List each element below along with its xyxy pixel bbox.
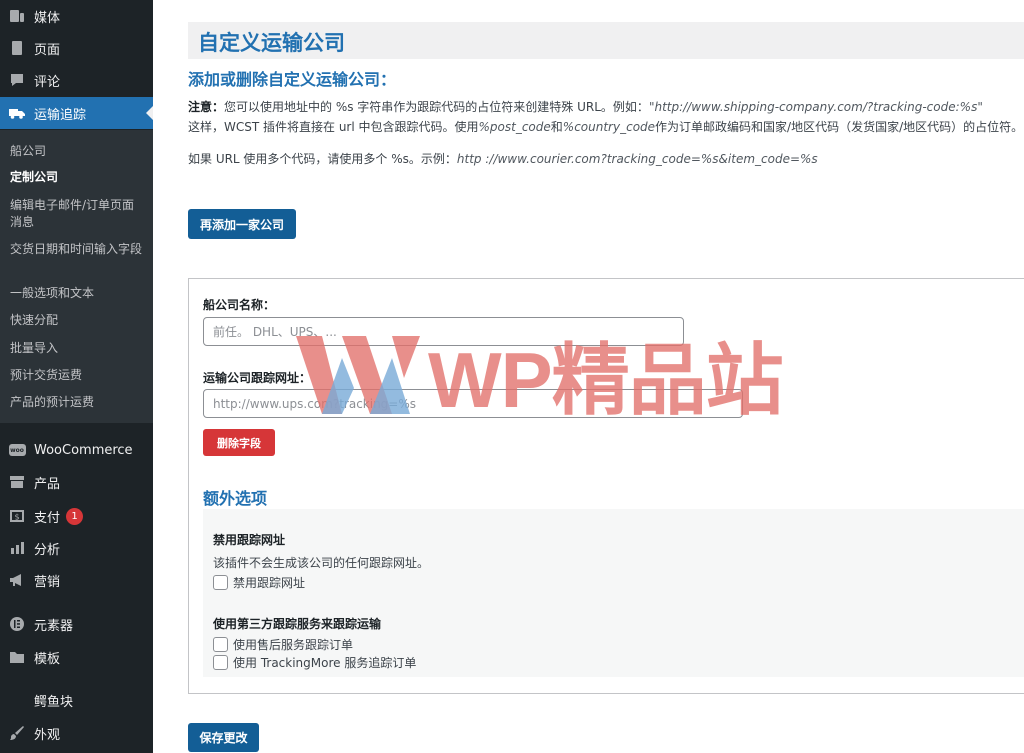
placeholder-country-code: %country_code [562,120,656,134]
menu-label: 运输追踪 [34,107,87,123]
menu-item-shipping-tracking[interactable]: 运输追踪 [0,97,153,129]
menu-item-pages[interactable]: 页面 [0,32,153,64]
checkbox-label: 禁用跟踪网址 [233,576,306,590]
menu-item-media[interactable]: 媒体 [0,0,153,32]
crescent-icon [8,691,26,709]
svg-text:$: $ [14,513,19,522]
note-text: 和 [550,120,563,134]
page-title-bar: 自定义运输公司 [188,22,1024,59]
note-example-url: "http://www.shipping-company.com/?tracki… [648,100,983,114]
menu-label: 产品 [34,476,61,492]
page-title: 自定义运输公司 [198,31,345,55]
aftership-option[interactable]: 使用售后服务跟踪订单 [213,636,353,653]
aftership-checkbox[interactable] [213,637,228,652]
menu-label: 营销 [34,574,61,590]
megaphone-icon [8,571,26,589]
extra-options-title: 额外选项 [203,489,268,508]
note-line-3: 如果 URL 使用多个代码，请使用多个 %s。示例：http ://www.co… [188,150,818,167]
menu-label: 媒体 [34,10,61,26]
note-text: 您可以使用地址中的 %s 字符串作为跟踪代码的占位符来创建特殊 URL。例如： [224,100,649,114]
submenu-quick-assign[interactable]: 快速分配 [10,312,146,329]
disable-tracking-checkbox[interactable] [213,575,228,590]
comments-icon [8,71,26,89]
folder-icon [8,648,26,666]
elementor-icon [8,615,26,633]
submenu-edit-email-messages[interactable]: 编辑电子邮件/订单页面消息 [10,197,146,231]
admin-sidebar: 媒体 页面 评论 运输追踪 船公司 定制公司 编辑电子邮件/订单页面消息 交货日… [0,0,153,753]
menu-item-payments[interactable]: $ 支付 1 [0,500,153,532]
disable-tracking-description: 该插件不会生成该公司的任何跟踪网址。 [213,556,430,570]
note-label: 注意： [188,100,225,114]
media-icon [8,7,26,25]
note-example-url: http ://www.courier.com?tracking_code=%s… [456,152,818,166]
pages-icon [8,39,26,57]
section-title: 添加或删除自定义运输公司： [188,70,397,89]
menu-label: WooCommerce [34,442,133,458]
dollar-icon: $ [8,507,26,525]
submenu-shipping-companies[interactable]: 船公司 [10,143,146,160]
menu-label: 分析 [34,542,61,558]
add-company-button[interactable]: 再添加一家公司 [188,209,296,239]
checkbox-label: 使用售后服务跟踪订单 [233,638,354,652]
menu-item-analytics[interactable]: 分析 [0,532,153,564]
note-line-2: 这样，WCST 插件将直接在 url 中包含跟踪代码。使用%post_code和… [188,118,1023,135]
note-text: 这样，WCST 插件将直接在 url 中包含跟踪代码。使用 [188,120,479,134]
menu-item-products[interactable]: 产品 [0,466,153,498]
note-text: 如果 URL 使用多个代码，请使用多个 %s。示例： [188,152,457,166]
menu-label: 元素器 [34,618,74,634]
menu-item-elementor[interactable]: 元素器 [0,608,153,640]
third-party-heading: 使用第三方跟踪服务来跟踪运输 [213,617,382,631]
submenu-custom-companies[interactable]: 定制公司 [10,169,146,186]
company-name-label: 船公司名称： [203,298,276,312]
tracking-url-label: 运输公司跟踪网址： [203,371,312,385]
active-indicator-arrow [146,106,153,120]
placeholder-post-code: %post_code [478,120,551,134]
trackingmore-checkbox[interactable] [213,655,228,670]
disable-tracking-option[interactable]: 禁用跟踪网址 [213,574,305,591]
truck-icon [8,104,26,122]
menu-item-marketing[interactable]: 营销 [0,564,153,596]
company-card: 船公司名称： 前任。 DHL、UPS、... 运输公司跟踪网址： http://… [188,278,1024,694]
notification-badge: 1 [66,507,84,525]
menu-item-woocommerce[interactable]: woo WooCommerce [0,434,153,466]
save-changes-button[interactable]: 保存更改 [188,723,259,752]
checkbox-label: 使用 TrackingMore 服务追踪订单 [233,656,417,670]
menu-label: 鳄鱼块 [34,694,74,710]
note-line-1: 注意：您可以使用地址中的 %s 字符串作为跟踪代码的占位符来创建特殊 URL。例… [188,98,983,115]
menu-item-templates[interactable]: 模板 [0,641,153,673]
disable-tracking-heading: 禁用跟踪网址 [213,533,286,547]
woocommerce-icon: woo [8,441,26,459]
menu-item-crocoblock[interactable]: 鳄鱼块 [0,684,153,716]
archive-icon [8,473,26,491]
paintbrush-icon [8,724,26,742]
menu-label: 模板 [34,651,61,667]
tracking-url-input[interactable]: http://www.ups.com?tracking=%s [203,389,743,418]
menu-label: 支付 [34,510,61,526]
extra-options-box: 禁用跟踪网址 该插件不会生成该公司的任何跟踪网址。 禁用跟踪网址 使用第三方跟踪… [203,509,1024,677]
submenu-general-options[interactable]: 一般选项和文本 [10,285,146,302]
submenu-estimated-shipping[interactable]: 预计交货运费 [10,367,146,384]
menu-label: 外观 [34,727,61,743]
submenu-bulk-import[interactable]: 批量导入 [10,340,146,357]
trackingmore-option[interactable]: 使用 TrackingMore 服务追踪订单 [213,654,416,671]
menu-label: 页面 [34,42,61,58]
menu-item-appearance[interactable]: 外观 [0,717,153,749]
menu-item-comments[interactable]: 评论 [0,64,153,96]
shipping-submenu: 船公司 定制公司 编辑电子邮件/订单页面消息 交货日期和时间输入字段 一般选项和… [0,130,153,423]
delete-field-button[interactable]: 删除字段 [203,429,275,456]
submenu-delivery-date-fields[interactable]: 交货日期和时间输入字段 [10,241,146,258]
menu-label: 评论 [34,74,61,90]
main-content: 自定义运输公司 添加或删除自定义运输公司： 注意：您可以使用地址中的 %s 字符… [153,0,1024,753]
company-name-input[interactable]: 前任。 DHL、UPS、... [203,317,684,346]
note-text: 作为订单邮政编码和国家/地区代码（发货国家/地区代码）的占位符。 [655,120,1024,134]
submenu-product-estimated-shipping[interactable]: 产品的预计运费 [10,394,146,411]
chart-bars-icon [8,539,26,557]
